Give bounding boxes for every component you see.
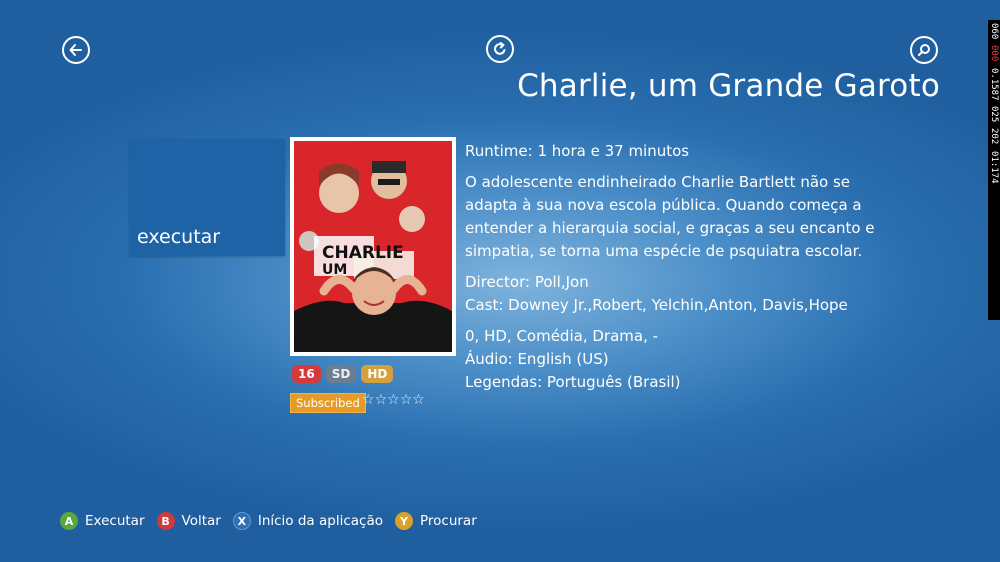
star-icon: ☆ xyxy=(399,392,413,408)
svg-text:CHARLIE: CHARLIE xyxy=(322,243,404,263)
a-button-icon: A xyxy=(60,512,78,530)
x-button-icon: X xyxy=(232,512,251,530)
refresh-icon xyxy=(494,42,506,55)
back-arrow-icon xyxy=(69,44,82,56)
debug-value: 01:174 xyxy=(989,150,999,184)
star-icon: ☆ xyxy=(362,392,375,408)
debug-value: 0.1587 xyxy=(989,67,999,101)
format-badges: 16 SD HD xyxy=(292,365,394,383)
hint-label: Início da aplicação xyxy=(257,513,383,529)
debug-value: 060 xyxy=(989,23,999,40)
search-button[interactable] xyxy=(910,36,938,64)
star-icon: ☆ xyxy=(412,392,425,408)
director: Director: Poll,Jon xyxy=(465,273,589,291)
hd-badge: HD xyxy=(361,365,394,383)
hint-a[interactable]: A Executar xyxy=(60,512,145,530)
refresh-button[interactable] xyxy=(486,35,514,63)
hint-label: Voltar xyxy=(181,513,221,529)
cast: Cast: Downey Jr.,Robert, Yelchin,Anton, … xyxy=(465,296,848,314)
audio: Áudio: English (US) xyxy=(465,350,609,368)
y-button-icon: Y xyxy=(394,512,413,530)
hint-x[interactable]: X Início da aplicação xyxy=(232,512,383,530)
movie-poster: CHARLIE UM xyxy=(290,137,456,356)
runtime: Runtime: 1 hora e 37 minutos xyxy=(465,142,690,160)
subscribed-badge: Subscribed xyxy=(290,393,366,413)
play-tile-label: executar xyxy=(137,226,221,248)
hint-label: Procurar xyxy=(419,513,477,529)
debug-value: 202 xyxy=(989,128,999,145)
hint-b[interactable]: B Voltar xyxy=(156,512,221,530)
subtitles: Legendas: Português (Brasil) xyxy=(465,373,681,391)
debug-value: 025 xyxy=(989,106,999,123)
star-rating[interactable]: ☆ ☆ ☆ ☆ ☆ xyxy=(362,392,425,408)
search-icon xyxy=(918,44,930,56)
age-rating-badge: 16 xyxy=(292,365,321,383)
debug-overlay: 060 000 0.1587 025 202 01:174 xyxy=(988,20,1000,320)
hint-label: Executar xyxy=(85,513,145,529)
movie-details: Runtime: 1 hora e 37 minutos O adolescen… xyxy=(465,140,885,394)
b-button-icon: B xyxy=(156,512,175,530)
page-title: Charlie, um Grande Garoto xyxy=(517,68,940,104)
synopsis: O adolescente endinheirado Charlie Bartl… xyxy=(465,173,875,260)
poster-art: CHARLIE UM xyxy=(294,141,452,352)
sd-badge: SD xyxy=(325,365,357,383)
controller-hints: A Executar B Voltar X Início da aplicaçã… xyxy=(60,512,477,530)
star-icon: ☆ xyxy=(374,392,388,408)
back-button[interactable] xyxy=(62,36,90,64)
genres: 0, HD, Comédia, Drama, - xyxy=(465,327,659,345)
debug-value: 000 xyxy=(989,45,999,62)
star-icon: ☆ xyxy=(387,392,400,408)
hint-y[interactable]: Y Procurar xyxy=(394,512,477,530)
play-tile[interactable]: executar xyxy=(129,139,285,256)
